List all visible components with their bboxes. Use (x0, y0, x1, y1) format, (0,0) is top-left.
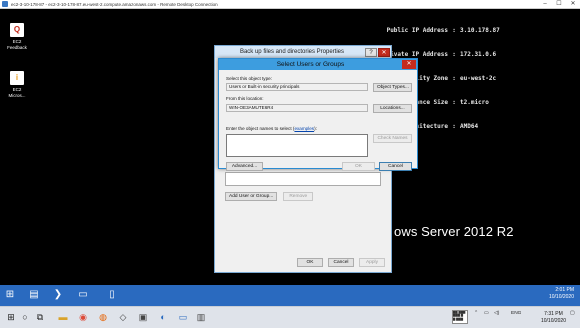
app-icon[interactable]: ▥ (194, 310, 208, 324)
windows-server-brand: ows Server 2012 R2 (394, 224, 514, 239)
task-view-icon[interactable]: ⧉ (33, 310, 47, 324)
chrome-icon[interactable]: ◉ (76, 310, 90, 324)
server-manager-icon[interactable]: ▤ (26, 287, 42, 303)
start-button[interactable]: ⊞ (4, 310, 18, 324)
check-names-button[interactable]: Check Names (373, 134, 412, 143)
remote-clock: 2:01 PM 10/10/2020 (548, 287, 574, 300)
file-explorer-icon[interactable]: ▬ (56, 310, 70, 324)
object-names-input[interactable] (226, 134, 368, 157)
rdp-window-title: ec2-3-10-178-87 - ec2-3-10-178-87.eu-wes… (11, 1, 218, 7)
locations-button[interactable]: Locations... (373, 103, 412, 113)
info-value: eu-west-2c (460, 75, 497, 82)
firefox-icon[interactable]: ◍ (96, 310, 110, 324)
app-icon[interactable]: ◇ (116, 310, 130, 324)
object-type-label: Select this object type: (226, 76, 272, 81)
app-icon[interactable]: ▣ (136, 310, 150, 324)
close-button[interactable]: ✕ (402, 60, 416, 69)
add-user-button[interactable]: Add User or Group... (225, 192, 278, 201)
info-value: 172.31.0.6 (460, 51, 497, 58)
dialog-titlebar[interactable]: Select Users or Groups ✕ (219, 59, 417, 70)
local-clock[interactable]: 7:31 PM 10/10/2020 (541, 311, 566, 324)
chevron-up-icon[interactable]: ⌃ (474, 311, 478, 316)
start-button[interactable]: ⊞ (2, 287, 18, 303)
powershell-icon[interactable]: ❯ (50, 287, 66, 303)
cancel-button[interactable]: Cancel (379, 162, 412, 171)
network-icon[interactable]: ▭ (484, 311, 489, 316)
close-button[interactable]: ✕ (566, 0, 580, 9)
info-key: Public IP Address (386, 27, 448, 34)
remote-desktop-icon[interactable]: ▭ (176, 310, 190, 324)
file-explorer-icon[interactable]: ▭ (75, 287, 91, 303)
cancel-button[interactable]: Cancel (328, 258, 354, 267)
rdp-window-titlebar[interactable]: ec2-3-10-178-87 - ec2-3-10-178-87.eu-wes… (0, 0, 580, 9)
dialog-title: Back up files and directories Properties (239, 49, 345, 55)
remote-taskbar: ⊞ ▤ ❯ ▭ ▯ 2:01 PM 10/10/2020 (0, 285, 580, 306)
search-icon[interactable]: ○ (18, 310, 32, 324)
volume-icon[interactable]: ◁) (494, 311, 499, 316)
notepad-icon[interactable]: ▯ (104, 287, 120, 303)
maximize-button[interactable]: ☐ (552, 0, 566, 9)
info-value: AMD64 (460, 123, 479, 130)
info-value: t2.micro (460, 99, 489, 106)
remove-button[interactable]: Remove (283, 192, 314, 201)
select-users-dialog: Select Users or Groups ✕ Select this obj… (218, 58, 418, 171)
info-icon: i (10, 71, 24, 85)
desktop-icon-label: Feedback (7, 44, 27, 50)
info-value: 3.10.178.87 (460, 27, 500, 34)
object-type-field: Users or Built-in security principals (226, 83, 368, 91)
desktop-icon-ec2-microsoft[interactable]: i EC2 Micros... (3, 71, 31, 98)
user-list[interactable] (225, 172, 381, 186)
apply-button[interactable]: Apply (359, 258, 385, 267)
language-indicator[interactable]: ENG (511, 311, 521, 316)
dialog-titlebar[interactable]: Back up files and directories Properties… (215, 46, 391, 58)
object-types-button[interactable]: Object Types... (373, 82, 412, 92)
desktop-icon-ec2-feedback[interactable]: Q EC2 Feedback (3, 23, 31, 50)
tray-thumbnail: ▇▇ ▇▇▇ ▇▇▇ ▇ ▇ ▇▇▇ (452, 310, 468, 324)
feedback-icon: Q (10, 23, 24, 37)
location-field: WIN-OE3AMUTE6R4 (226, 104, 368, 112)
help-button[interactable]: ? (365, 47, 377, 57)
examples-link[interactable]: examples (294, 126, 314, 131)
close-button[interactable]: ✕ (378, 47, 390, 57)
remote-desktop-icon (2, 1, 8, 7)
dialog-title: Select Users or Groups (276, 61, 345, 68)
location-label: From this location: (226, 96, 264, 101)
ok-button[interactable]: OK (342, 162, 375, 171)
desktop-icon-label: Micros... (8, 92, 26, 98)
ok-button[interactable]: OK (297, 258, 323, 267)
notification-icon[interactable]: ▢ (570, 311, 575, 316)
local-taskbar: ⊞ ○ ⧉ ▬ ◉ ◍ ◇ ▣ ◐ ▭ ▥ ▇▇ ▇▇▇ ▇▇▇ ▇ ▇ ▇▇▇ ⌃… (0, 306, 580, 328)
minimize-button[interactable]: – (538, 0, 552, 9)
advanced-button[interactable]: Advanced... (226, 162, 263, 171)
remote-desktop: Q EC2 Feedback i EC2 Micros... Public IP… (0, 9, 580, 285)
object-names-label: Enter the object names to select (exampl… (226, 126, 317, 131)
app-icon[interactable]: ◐ (156, 310, 170, 324)
